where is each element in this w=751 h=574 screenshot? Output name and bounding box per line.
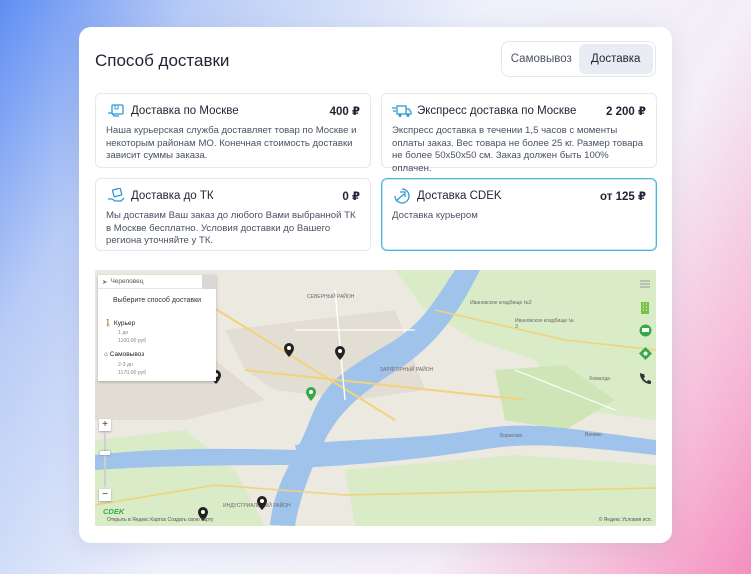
zoom-slider[interactable]: [104, 433, 106, 487]
method-cost: 1170,00 руб: [118, 370, 147, 376]
method-days: 1 дн: [118, 330, 129, 336]
city-name: Череповец: [110, 278, 144, 285]
option-price: 0 ₽: [342, 191, 360, 203]
village-label-borisovo: Борисово: [500, 433, 523, 439]
cdek-logo: CDEK: [103, 507, 125, 516]
method-cost: 1100,00 руб: [118, 338, 147, 344]
city-search-button[interactable]: [202, 275, 216, 289]
option-name: Доставка CDEK: [417, 190, 502, 202]
tab-delivery[interactable]: Доставка: [578, 44, 653, 74]
option-name: Доставка до ТК: [131, 190, 214, 202]
zoom-handle[interactable]: [100, 451, 110, 455]
option-name: Доставка по Москве: [131, 105, 239, 117]
page-title: Способ доставки: [95, 51, 230, 70]
zoom-in-button[interactable]: +: [99, 419, 111, 431]
location-arrow-icon: ➤: [102, 278, 108, 286]
poi-cemetery-3: Ивановское кладбище № 3: [515, 318, 574, 330]
delivery-map[interactable]: СЕВЕРНЫЙ РАЙОН ЗАРЯГОРНЫЙ РАЙОН Борисово…: [95, 270, 656, 526]
courier-box-icon: [106, 102, 126, 120]
map-copyright[interactable]: © Яндекс Условия исп.: [599, 517, 652, 523]
pickup-point-pin-selected[interactable]: [306, 387, 316, 401]
method-pickup[interactable]: ⌂ Самовывоз: [104, 351, 144, 358]
option-description: Экспресс доставка в течении 1,5 часов с …: [392, 125, 644, 174]
phone-icon[interactable]: [638, 371, 652, 385]
district-label-north: СЕВЕРНЫЙ РАЙОН: [307, 294, 355, 300]
cdek-icon: [392, 187, 412, 205]
district-label-zaryagorny: ЗАРЯГОРНЫЙ РАЙОН: [380, 367, 434, 373]
parcel-hand-icon: [106, 187, 126, 205]
express-truck-icon: [392, 102, 412, 120]
cdek-point-icon[interactable]: [638, 346, 652, 360]
option-description: Наша курьерская служба доставляет товар …: [106, 125, 357, 162]
city-search[interactable]: ➤ Череповец: [98, 275, 216, 289]
village-label-vachevo: Вачево: [585, 432, 602, 438]
poi-cemetery-2: Ивановское кладбище №2: [470, 300, 532, 306]
method-label: Курьер: [113, 320, 136, 327]
method-days: 2-3 дн: [118, 362, 133, 368]
village-label-khemalda: Хемалда: [589, 376, 610, 382]
pickup-point-pin[interactable]: [335, 346, 345, 360]
panel-title: Выберите способ доставки: [112, 297, 202, 304]
pickup-icon: ⌂: [104, 351, 108, 358]
map-delivery-panel: ➤ Череповец Выберите способ доставки 🚶 К…: [98, 275, 216, 381]
delivery-card: Способ доставки Самовывоз Доставка Доста…: [79, 27, 672, 543]
option-moscow-delivery[interactable]: Доставка по Москве 400 ₽ Наша курьерская…: [95, 93, 371, 168]
pickup-point-pin[interactable]: [257, 496, 267, 510]
courier-icon: 🚶: [104, 320, 113, 327]
method-courier[interactable]: 🚶 Курьер: [104, 319, 135, 327]
method-label: Самовывоз: [109, 351, 145, 358]
option-express-delivery[interactable]: Экспресс доставка по Москве 2 200 ₽ Эксп…: [381, 93, 657, 174]
option-cdek-delivery[interactable]: Доставка CDEK от 125 ₽ Доставка курьером: [381, 178, 657, 251]
option-price: 2 200 ₽: [606, 106, 646, 118]
option-description: Мы доставим Ваш заказ до любого Вами выб…: [106, 210, 356, 247]
delivery-mode-toggle: Самовывоз Доставка: [501, 41, 656, 77]
truck-badge-icon[interactable]: [638, 323, 652, 337]
option-price: от 125 ₽: [600, 191, 646, 203]
map-attribution[interactable]: Открыть в Яндекс Картах Создать свою кар…: [107, 517, 214, 523]
menu-icon[interactable]: [638, 277, 652, 291]
tab-pickup[interactable]: Самовывоз: [504, 44, 579, 74]
building-icon[interactable]: [638, 301, 652, 315]
option-price: 400 ₽: [329, 106, 360, 118]
option-transport-company[interactable]: Доставка до ТК 0 ₽ Мы доставим Ваш заказ…: [95, 178, 371, 251]
zoom-out-button[interactable]: −: [99, 489, 111, 501]
option-name: Экспресс доставка по Москве: [417, 105, 577, 117]
pickup-point-pin[interactable]: [284, 343, 294, 357]
option-description: Доставка курьером: [392, 210, 478, 221]
